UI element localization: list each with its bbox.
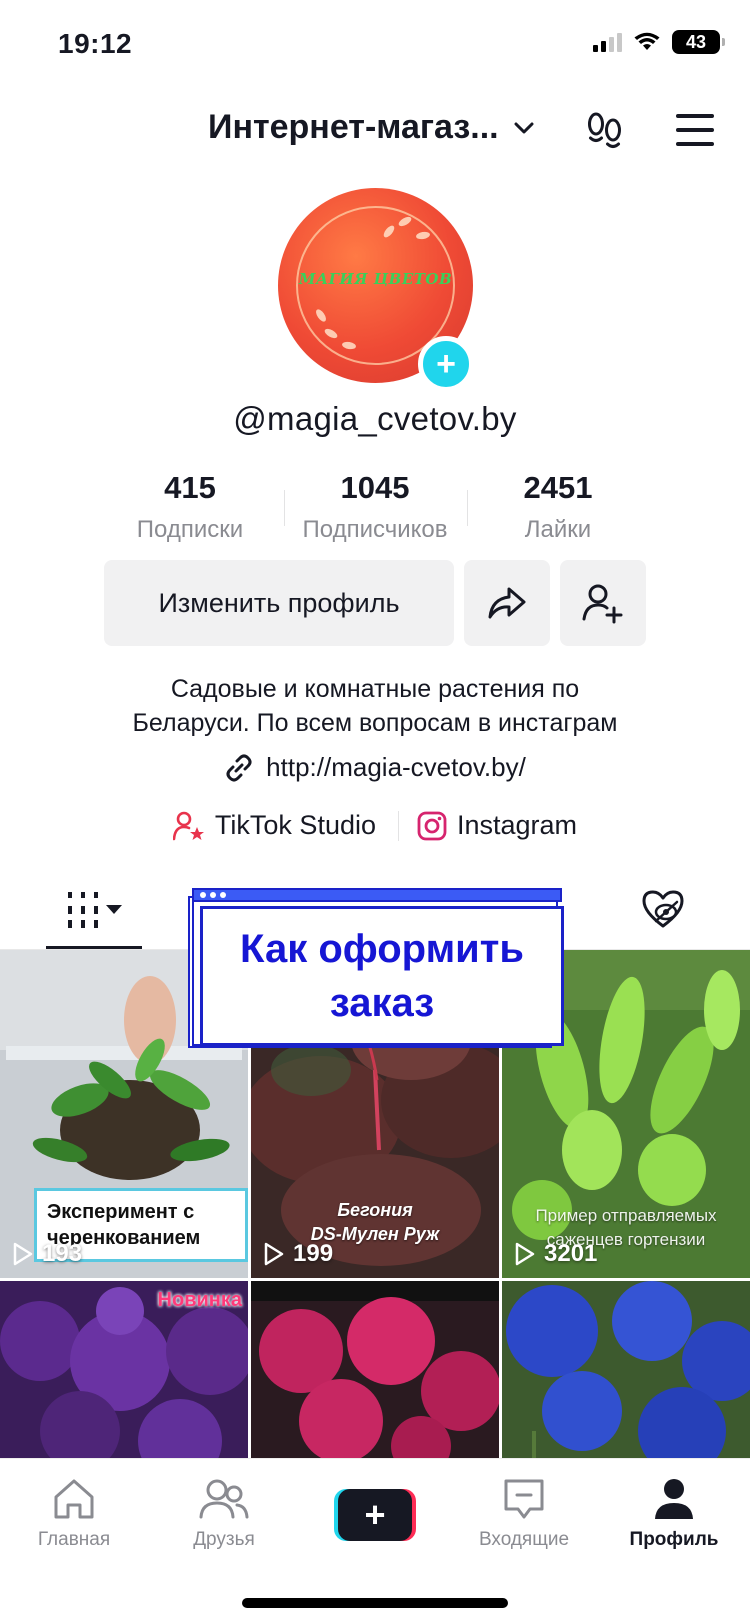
video-caption: Бегония DS-Мулен Руж (310, 1200, 440, 1244)
share-icon (488, 587, 526, 619)
tiktok-studio-label: TikTok Studio (214, 810, 376, 840)
battery-icon: 43 (672, 30, 725, 54)
stat-followers[interactable]: 1045 Подписчиков (275, 470, 475, 544)
promo-text: Как оформить заказ (200, 906, 564, 1046)
liked-hidden-icon[interactable] (640, 888, 686, 930)
home-icon (54, 1479, 94, 1519)
avatar-logo-text: МАГИЯ ЦВЕТОВ (298, 270, 453, 288)
stat-value: 415 (164, 470, 216, 505)
create-video-button[interactable]: + (334, 1489, 416, 1541)
promo-titlebar (192, 888, 562, 902)
nav-label: Друзья (193, 1529, 255, 1550)
bio-line: Беларуси. По всем вопросам в инстаграм (132, 709, 618, 737)
nav-profile[interactable]: Профиль (614, 1477, 734, 1551)
video-thumbnail[interactable] (251, 1281, 499, 1458)
stat-label: Подписчиков (302, 516, 448, 543)
profile-header: Интернет-магаз... (0, 100, 750, 160)
tab-videos[interactable] (46, 870, 142, 950)
cellular-signal-icon (593, 32, 622, 52)
link-icon (226, 754, 252, 781)
account-name: Интернет-магаз... (208, 108, 499, 146)
home-indicator (242, 1598, 508, 1608)
video-thumbnail[interactable] (502, 1281, 750, 1458)
video-thumbnail[interactable]: Новинка (0, 1281, 248, 1458)
instagram-label: Instagram (457, 810, 578, 840)
chevron-down-icon (514, 122, 534, 133)
friends-icon (199, 1479, 249, 1519)
instagram-icon (417, 811, 447, 840)
profile-icon (655, 1479, 693, 1519)
order-guide-banner[interactable]: Как оформить заказ (188, 888, 566, 1058)
pink-hydrangea-image (251, 1281, 499, 1458)
status-bar: 19:12 43 (0, 0, 750, 90)
view-count: 3201 (514, 1240, 597, 1268)
stat-following[interactable]: 415 Подписки (90, 470, 290, 544)
profile-extras: TikTok Studio Instagram (0, 810, 750, 841)
nav-friends[interactable]: Друзья (164, 1477, 284, 1551)
view-count: 193 (12, 1240, 82, 1268)
tiktok-studio-link[interactable]: TikTok Studio (172, 810, 376, 841)
play-icon (515, 1242, 535, 1266)
status-time: 19:12 (58, 28, 133, 59)
blue-hydrangea-image (502, 1281, 750, 1458)
edit-profile-button[interactable]: Изменить профиль (104, 560, 454, 646)
wifi-icon (634, 32, 660, 50)
nav-home[interactable]: Главная (14, 1477, 134, 1551)
add-story-button[interactable]: + (418, 336, 474, 392)
user-star-icon (172, 811, 204, 840)
stat-label: Подписки (136, 516, 244, 543)
stat-label: Лайки (524, 516, 592, 543)
add-friends-button[interactable] (560, 560, 646, 646)
nav-inbox[interactable]: Входящие (464, 1477, 584, 1551)
stat-likes[interactable]: 2451 Лайки (458, 470, 658, 544)
video-badge: Новинка (157, 1289, 242, 1311)
footprints-icon[interactable] (584, 110, 626, 152)
hamburger-menu-icon[interactable] (676, 114, 714, 146)
active-tab-indicator (46, 946, 142, 949)
add-user-icon (582, 584, 623, 624)
caret-down-icon (106, 905, 122, 914)
nav-label: Профиль (629, 1529, 719, 1550)
account-switcher[interactable]: Интернет-магаз... (208, 108, 535, 147)
grid-icon (68, 892, 98, 928)
profile-link[interactable]: http://magia-cvetov.by/ (0, 752, 750, 783)
bio-line: Садовые и комнатные растения по (170, 675, 580, 703)
profile-stats: 415 Подписки 1045 Подписчиков 2451 Лайки (0, 470, 750, 560)
inbox-icon (504, 1479, 544, 1519)
profile-bio: Садовые и комнатные растения по Беларуси… (0, 672, 750, 740)
link-text: http://magia-cvetov.by/ (266, 752, 526, 782)
share-profile-button[interactable] (464, 560, 550, 646)
play-icon (13, 1242, 33, 1266)
instagram-link[interactable]: Instagram (417, 810, 577, 841)
view-count: 199 (263, 1240, 333, 1268)
username: @magia_cvetov.by (233, 400, 517, 437)
nav-label: Главная (37, 1529, 111, 1550)
status-icons: 43 (593, 30, 725, 54)
stat-value: 2451 (523, 470, 593, 505)
stat-value: 1045 (340, 470, 410, 505)
nav-label: Входящие (478, 1529, 570, 1550)
play-icon (264, 1242, 284, 1266)
